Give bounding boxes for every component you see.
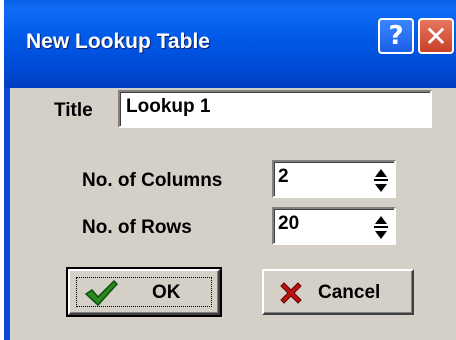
close-button[interactable]: ✕ xyxy=(418,18,454,54)
ok-button[interactable]: OK xyxy=(66,267,222,317)
dialog-window: New Lookup Table ? ✕ Title Lookup 1 No. … xyxy=(4,0,456,340)
title-bar[interactable]: New Lookup Table ? ✕ xyxy=(4,0,456,88)
rows-value: 20 xyxy=(278,213,300,234)
help-button[interactable]: ? xyxy=(378,18,414,54)
dialog-body: Title Lookup 1 No. of Columns 2 No. of R… xyxy=(10,88,456,340)
cancel-button[interactable]: Cancel xyxy=(262,269,414,315)
red-x-icon xyxy=(278,280,304,312)
spin-arrows-icon[interactable] xyxy=(374,215,388,241)
spin-arrows-icon[interactable] xyxy=(374,168,388,194)
window-title: New Lookup Table xyxy=(26,30,210,53)
checkmark-icon xyxy=(84,279,119,313)
title-label: Title xyxy=(54,100,93,121)
columns-value: 2 xyxy=(278,166,289,187)
ok-label: OK xyxy=(152,282,181,303)
rows-spinner[interactable]: 20 xyxy=(272,207,396,245)
columns-label: No. of Columns xyxy=(82,170,223,191)
title-input[interactable]: Lookup 1 xyxy=(118,90,432,128)
columns-spinner[interactable]: 2 xyxy=(272,160,396,198)
rows-label: No. of Rows xyxy=(82,217,192,238)
help-icon: ? xyxy=(388,21,404,51)
close-icon: ✕ xyxy=(424,19,448,53)
cancel-label: Cancel xyxy=(318,282,381,303)
